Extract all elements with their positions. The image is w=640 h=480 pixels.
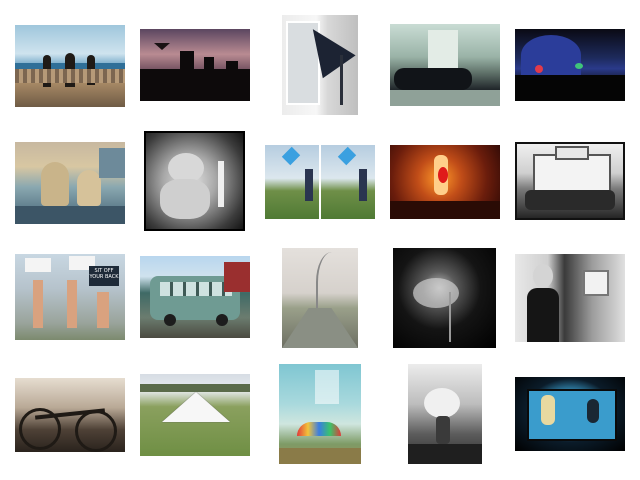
ground bbox=[515, 75, 625, 101]
panel-divider bbox=[319, 145, 321, 219]
head bbox=[533, 264, 553, 288]
light-beam bbox=[315, 370, 339, 404]
thumbnail-bridge-walkway[interactable] bbox=[282, 248, 358, 348]
thumbnail-kite-on-grass[interactable] bbox=[140, 374, 250, 456]
protest-sign-text: SIT OFF YOUR BACK bbox=[89, 268, 119, 280]
figure-on-screen bbox=[541, 395, 555, 425]
sign-dark: SIT OFF YOUR BACK bbox=[89, 266, 119, 286]
thumbnail-old-bus[interactable] bbox=[140, 256, 250, 338]
wheel bbox=[164, 314, 176, 326]
thumbnail-kite-against-window[interactable] bbox=[282, 15, 358, 115]
kite-right bbox=[337, 146, 357, 166]
thumbnail-gallery-room-with-black-objects[interactable] bbox=[390, 24, 500, 106]
thumbnail-teddy-bear-black-and-white[interactable] bbox=[144, 131, 245, 231]
walkway bbox=[282, 308, 358, 348]
tower bbox=[180, 51, 194, 81]
thumbnail-bicycles-sepia[interactable] bbox=[15, 378, 125, 452]
body bbox=[527, 288, 559, 342]
tower bbox=[204, 57, 214, 81]
facade bbox=[533, 154, 611, 194]
green-light bbox=[575, 63, 583, 69]
thumbnail-city-skyline-at-dusk[interactable] bbox=[140, 29, 250, 101]
tree-line bbox=[140, 384, 250, 392]
thumbnail-silhouettes-at-beach[interactable] bbox=[15, 25, 125, 107]
chair bbox=[77, 170, 101, 206]
flowers bbox=[424, 388, 460, 418]
black-objects bbox=[394, 68, 472, 90]
post bbox=[218, 161, 224, 207]
pole bbox=[449, 292, 451, 342]
thumbnail-flowers-in-vase-black-and-white[interactable] bbox=[408, 364, 482, 464]
roof bbox=[555, 146, 589, 160]
person-left bbox=[305, 169, 313, 201]
vase bbox=[436, 416, 450, 444]
ground bbox=[279, 448, 361, 464]
shelf bbox=[99, 148, 125, 178]
thumbnail-protesters-with-signs[interactable]: SIT OFF YOUR BACK bbox=[15, 254, 125, 340]
spotlight-figure bbox=[413, 278, 459, 308]
bear-body bbox=[160, 179, 210, 219]
person-right bbox=[359, 169, 367, 201]
wall-frame bbox=[583, 270, 609, 296]
wheel bbox=[216, 314, 228, 326]
kite-left bbox=[281, 146, 301, 166]
thumbnail-library-interior[interactable] bbox=[15, 142, 125, 224]
thumbnail-building-facade-black-and-white[interactable] bbox=[515, 142, 625, 220]
floor bbox=[390, 90, 500, 106]
tower bbox=[226, 61, 238, 81]
person bbox=[33, 280, 43, 328]
thumbnail-screen-in-dark-room[interactable] bbox=[515, 377, 625, 451]
person bbox=[67, 280, 77, 328]
floor bbox=[15, 206, 125, 224]
umbrella bbox=[297, 422, 341, 436]
crowd bbox=[525, 190, 615, 210]
red-figure bbox=[438, 167, 448, 183]
thumbnail-woman-black-and-white[interactable] bbox=[515, 254, 625, 342]
sign bbox=[25, 258, 51, 272]
arch bbox=[316, 252, 348, 312]
kite-spar bbox=[340, 55, 343, 105]
table bbox=[408, 444, 482, 464]
thumbnail-umbrella-blurred-landscape[interactable] bbox=[279, 364, 361, 464]
bird bbox=[154, 43, 170, 50]
thumbnail-warm-lit-interior-sculpture[interactable] bbox=[390, 145, 500, 219]
figure-on-screen bbox=[587, 399, 599, 423]
kite bbox=[162, 392, 230, 422]
chair bbox=[41, 162, 69, 206]
red-light bbox=[535, 65, 543, 73]
red-building bbox=[224, 262, 250, 292]
person bbox=[97, 292, 109, 328]
thumbnail-grid: SIT OFF YOUR BACK bbox=[0, 0, 640, 480]
thumbnail-dark-spotlight-figure[interactable] bbox=[393, 248, 496, 348]
floor-shadow bbox=[390, 201, 500, 219]
fence bbox=[15, 69, 125, 83]
dome bbox=[521, 35, 581, 75]
thumbnail-night-scene-with-colored-lights[interactable] bbox=[515, 29, 625, 101]
wheel bbox=[75, 410, 117, 452]
bus-windows bbox=[160, 282, 232, 296]
thumbnail-two-panel-people-with-kites[interactable] bbox=[265, 145, 375, 219]
